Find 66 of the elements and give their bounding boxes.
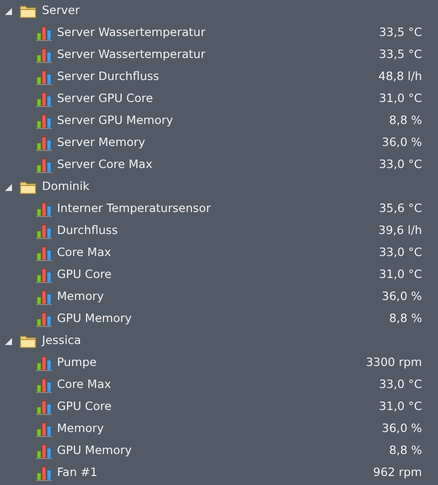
sensor-name: Server Durchfluss bbox=[57, 68, 160, 86]
sensor-name: Durchfluss bbox=[57, 222, 119, 240]
sensor-value: 36,0 % bbox=[382, 288, 422, 306]
bar-chart-icon bbox=[36, 422, 52, 436]
bar-chart-icon bbox=[36, 356, 52, 370]
sensor-name: Server GPU Memory bbox=[57, 112, 174, 130]
bar-chart-icon bbox=[36, 466, 52, 480]
sensor-value: 48,8 l/h bbox=[378, 68, 422, 86]
sensor-name: Server Memory bbox=[57, 134, 146, 152]
bar-chart-icon bbox=[36, 202, 52, 216]
sensor-value: 36,0 % bbox=[382, 134, 422, 152]
sensor-value: 36,0 % bbox=[382, 420, 422, 438]
sensor-name: Interner Temperatursensor bbox=[57, 200, 212, 218]
bar-chart-icon bbox=[36, 92, 52, 106]
sensor-name: GPU Core bbox=[57, 266, 113, 284]
group-label[interactable]: Dominik bbox=[42, 178, 90, 196]
folder-icon bbox=[20, 180, 36, 194]
sensor-value: 31,0 °C bbox=[378, 398, 422, 416]
collapse-arrow-icon[interactable] bbox=[5, 184, 12, 190]
sensor-value: 31,0 °C bbox=[378, 90, 422, 108]
sensor-name: Core Max bbox=[57, 376, 112, 394]
bar-chart-icon bbox=[36, 246, 52, 260]
sensor-value: 33,5 °C bbox=[378, 24, 422, 42]
sensor-name: Server Wassertemperatur bbox=[57, 46, 206, 64]
sensor-name: Memory bbox=[57, 288, 105, 306]
sensor-value: 8,8 % bbox=[389, 442, 422, 460]
sensor-value: 35,6 °C bbox=[378, 200, 422, 218]
sensor-name: Core Max bbox=[57, 244, 112, 262]
bar-chart-icon bbox=[36, 158, 52, 172]
bar-chart-icon bbox=[36, 312, 52, 326]
bar-chart-icon bbox=[36, 444, 52, 458]
sensor-name: GPU Memory bbox=[57, 310, 133, 328]
bar-chart-icon bbox=[36, 70, 52, 84]
sensor-value: 39,6 l/h bbox=[378, 222, 422, 240]
collapse-arrow-icon[interactable] bbox=[5, 8, 12, 14]
sensor-name: Memory bbox=[57, 420, 105, 438]
bar-chart-icon bbox=[36, 290, 52, 304]
bar-chart-icon bbox=[36, 26, 52, 40]
bar-chart-icon bbox=[36, 48, 52, 62]
group-label[interactable]: Server bbox=[42, 2, 80, 20]
sensor-value: 8,8 % bbox=[389, 112, 422, 130]
bar-chart-icon bbox=[36, 224, 52, 238]
folder-icon bbox=[20, 334, 36, 348]
sensor-name: Fan #1 bbox=[57, 464, 99, 482]
sensor-value: 33,0 °C bbox=[378, 376, 422, 394]
sensor-value: 33,0 °C bbox=[378, 156, 422, 174]
sensor-value: 3300 rpm bbox=[366, 354, 422, 372]
sensor-name: Server Wassertemperatur bbox=[57, 24, 206, 42]
bar-chart-icon bbox=[36, 136, 52, 150]
sensor-value: 962 rpm bbox=[373, 464, 422, 482]
bar-chart-icon bbox=[36, 378, 52, 392]
bar-chart-icon bbox=[36, 400, 52, 414]
sensor-value: 31,0 °C bbox=[378, 266, 422, 284]
sensor-value: 33,0 °C bbox=[378, 244, 422, 262]
folder-icon bbox=[20, 4, 36, 18]
group-label[interactable]: Jessica bbox=[42, 332, 82, 350]
sensor-name: Server Core Max bbox=[57, 156, 154, 174]
sensor-name: Pumpe bbox=[57, 354, 98, 372]
sensor-name: GPU Memory bbox=[57, 442, 133, 460]
sensor-value: 33,5 °C bbox=[378, 46, 422, 64]
bar-chart-icon bbox=[36, 268, 52, 282]
bar-chart-icon bbox=[36, 114, 52, 128]
sensor-value: 8,8 % bbox=[389, 310, 422, 328]
collapse-arrow-icon[interactable] bbox=[5, 338, 12, 344]
sensor-name: Server GPU Core bbox=[57, 90, 154, 108]
sensor-name: GPU Core bbox=[57, 398, 113, 416]
